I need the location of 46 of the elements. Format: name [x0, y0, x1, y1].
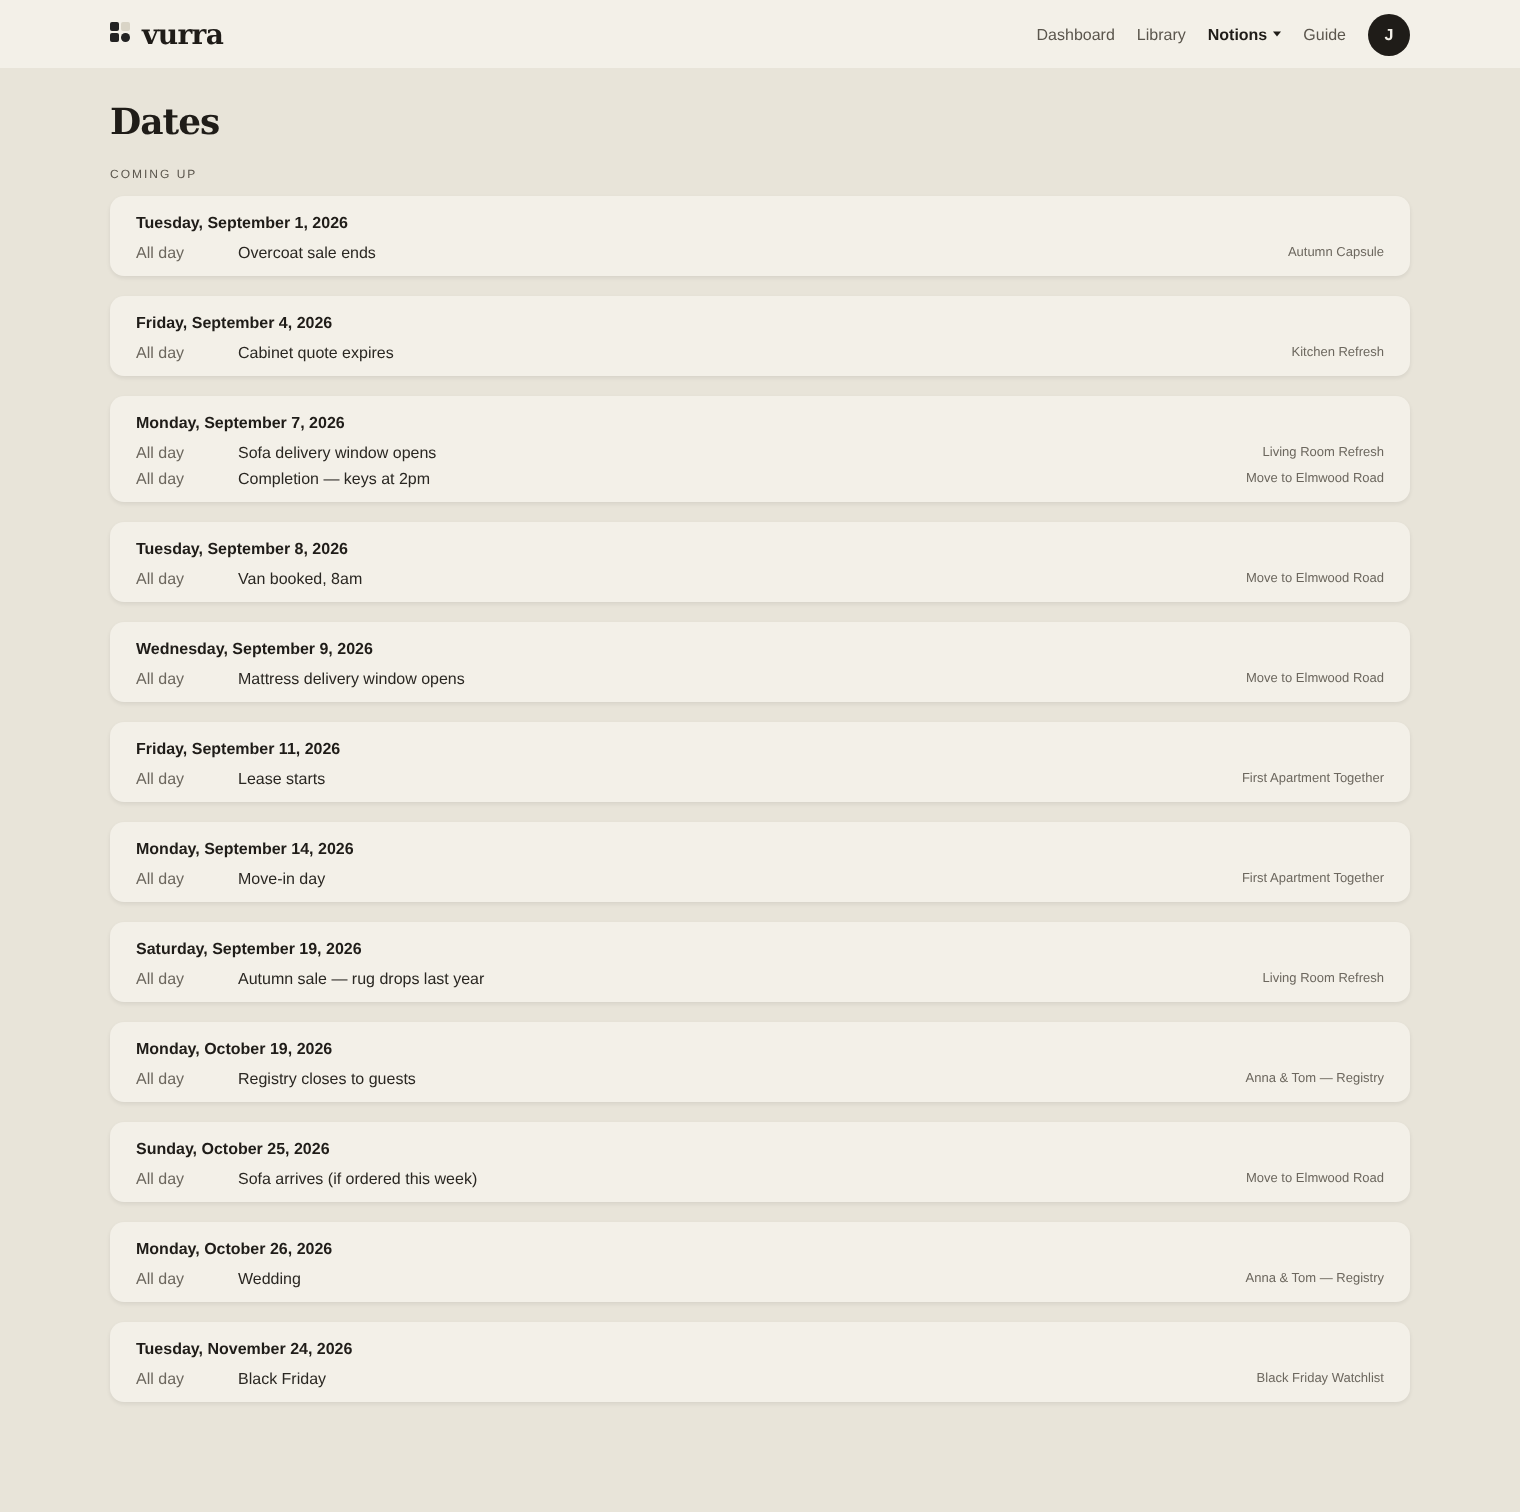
event-time: All day: [136, 344, 187, 362]
nav-link[interactable]: Dashboard: [1036, 25, 1115, 43]
date-heading: Friday, September 4, 2026: [136, 312, 335, 334]
event-title[interactable]: Lease starts: [238, 770, 1242, 788]
event-title[interactable]: Autumn sale — rug drops last year: [238, 970, 1263, 988]
nav-link[interactable]: Guide: [1303, 25, 1346, 43]
event-title[interactable]: Van booked, 8am: [238, 570, 1246, 588]
event-time: All day: [136, 870, 187, 888]
page-title: Dates: [110, 102, 222, 146]
event-title[interactable]: Move-in day: [238, 870, 1242, 888]
logo-icon: [110, 22, 130, 42]
nav-link[interactable]: Notions: [1207, 25, 1282, 43]
event-time: All day: [136, 670, 187, 688]
event-time: All day: [136, 1370, 187, 1388]
event-title[interactable]: Wedding: [238, 1270, 1246, 1288]
brand-name[interactable]: vurra: [142, 20, 224, 52]
event-time: All day: [136, 770, 187, 788]
date-heading: Tuesday, November 24, 2026: [136, 1338, 355, 1360]
date-heading: Monday, September 14, 2026: [136, 838, 356, 860]
date-heading: Monday, October 26, 2026: [136, 1238, 335, 1260]
event-time: All day: [136, 470, 187, 488]
event-title[interactable]: Black Friday: [238, 1370, 1257, 1388]
event-time: All day: [136, 444, 187, 462]
event-title[interactable]: Registry closes to guests: [238, 1070, 1246, 1088]
nav-link[interactable]: Library: [1136, 25, 1186, 43]
event-time: All day: [136, 1070, 187, 1088]
date-heading: Friday, September 11, 2026: [136, 738, 343, 760]
date-heading: Sunday, October 25, 2026: [136, 1138, 332, 1160]
event-time: All day: [136, 570, 187, 588]
event-time: All day: [136, 970, 187, 988]
event-title[interactable]: Mattress delivery window opens: [238, 670, 1246, 688]
date-heading: Wednesday, September 9, 2026: [136, 638, 375, 660]
event-time: All day: [136, 244, 187, 262]
event-time: All day: [136, 1270, 187, 1288]
event-title[interactable]: Cabinet quote expires: [238, 344, 1292, 362]
date-heading: Tuesday, September 8, 2026: [136, 538, 350, 560]
date-heading: Saturday, September 19, 2026: [136, 938, 364, 960]
event-title[interactable]: Sofa arrives (if ordered this week): [238, 1170, 1246, 1188]
date-heading: Tuesday, September 1, 2026: [136, 212, 350, 234]
event-title[interactable]: Sofa delivery window opens: [238, 444, 1263, 462]
date-heading: Monday, October 19, 2026: [136, 1038, 335, 1060]
event-title[interactable]: Completion — keys at 2pm: [238, 470, 1246, 488]
avatar-button[interactable]: J: [1368, 13, 1410, 55]
date-heading: Monday, September 7, 2026: [136, 412, 347, 434]
event-title[interactable]: Overcoat sale ends: [238, 244, 1288, 262]
event-time: All day: [136, 1170, 187, 1188]
